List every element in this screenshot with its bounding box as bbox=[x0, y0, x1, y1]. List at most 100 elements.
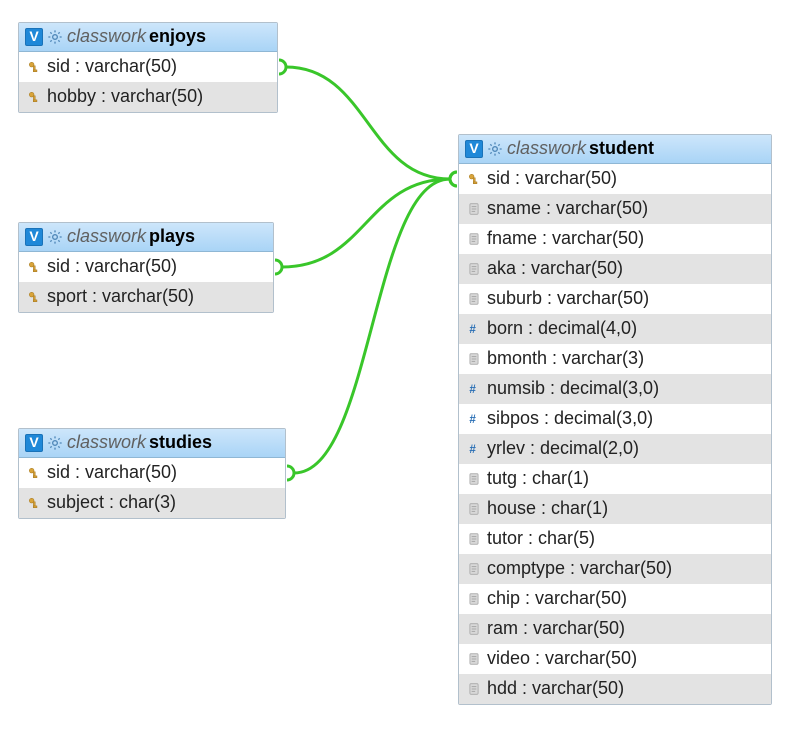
text-icon bbox=[467, 202, 481, 216]
column-label: video : varchar(50) bbox=[487, 649, 637, 669]
text-icon bbox=[467, 232, 481, 246]
table-header-studies[interactable]: V classwork studies bbox=[19, 429, 285, 458]
column-label: house : char(1) bbox=[487, 499, 608, 519]
gear-icon[interactable] bbox=[46, 228, 64, 246]
column-row[interactable]: # numsib : decimal(3,0) bbox=[459, 374, 771, 404]
column-row[interactable]: subject : char(3) bbox=[19, 488, 285, 518]
table-student[interactable]: V classwork student sid : varchar(50) sna… bbox=[458, 134, 772, 705]
key-icon bbox=[27, 90, 41, 104]
column-row[interactable]: tutor : char(5) bbox=[459, 524, 771, 554]
relationship-connector bbox=[282, 179, 450, 267]
column-row[interactable]: aka : varchar(50) bbox=[459, 254, 771, 284]
column-label: numsib : decimal(3,0) bbox=[487, 379, 659, 399]
column-label: fname : varchar(50) bbox=[487, 229, 644, 249]
svg-text:#: # bbox=[469, 383, 476, 396]
svg-text:#: # bbox=[469, 443, 476, 456]
schema-label: classwork bbox=[67, 227, 146, 247]
column-row[interactable]: hdd : varchar(50) bbox=[459, 674, 771, 704]
column-label: sid : varchar(50) bbox=[47, 257, 177, 277]
column-row[interactable]: # sibpos : decimal(3,0) bbox=[459, 404, 771, 434]
text-icon bbox=[467, 562, 481, 576]
relationship-connector bbox=[294, 179, 450, 473]
svg-text:#: # bbox=[469, 323, 476, 336]
column-label: hdd : varchar(50) bbox=[487, 679, 624, 699]
hash-icon: # bbox=[467, 322, 481, 336]
column-row[interactable]: sid : varchar(50) bbox=[459, 164, 771, 194]
column-label: sname : varchar(50) bbox=[487, 199, 648, 219]
table-name-label: studies bbox=[149, 433, 212, 453]
text-icon bbox=[467, 352, 481, 366]
key-icon bbox=[27, 290, 41, 304]
text-icon bbox=[467, 262, 481, 276]
table-enjoys[interactable]: V classwork enjoys sid : varchar(50) hobb… bbox=[18, 22, 278, 113]
column-row[interactable]: # born : decimal(4,0) bbox=[459, 314, 771, 344]
column-label: chip : varchar(50) bbox=[487, 589, 627, 609]
column-row[interactable]: suburb : varchar(50) bbox=[459, 284, 771, 314]
svg-text:#: # bbox=[469, 413, 476, 426]
hash-icon: # bbox=[467, 382, 481, 396]
column-row[interactable]: bmonth : varchar(3) bbox=[459, 344, 771, 374]
column-label: sibpos : decimal(3,0) bbox=[487, 409, 653, 429]
column-label: aka : varchar(50) bbox=[487, 259, 623, 279]
text-icon bbox=[467, 652, 481, 666]
column-row[interactable]: house : char(1) bbox=[459, 494, 771, 524]
column-row[interactable]: comptype : varchar(50) bbox=[459, 554, 771, 584]
column-row[interactable]: fname : varchar(50) bbox=[459, 224, 771, 254]
key-icon bbox=[27, 260, 41, 274]
column-label: subject : char(3) bbox=[47, 493, 176, 513]
column-label: suburb : varchar(50) bbox=[487, 289, 649, 309]
view-badge-icon: V bbox=[25, 228, 43, 246]
column-row[interactable]: sid : varchar(50) bbox=[19, 252, 273, 282]
column-label: sid : varchar(50) bbox=[487, 169, 617, 189]
table-header-plays[interactable]: V classwork plays bbox=[19, 223, 273, 252]
key-icon bbox=[27, 496, 41, 510]
view-badge-icon: V bbox=[25, 434, 43, 452]
schema-label: classwork bbox=[507, 139, 586, 159]
gear-icon[interactable] bbox=[46, 434, 64, 452]
text-icon bbox=[467, 472, 481, 486]
column-label: sid : varchar(50) bbox=[47, 57, 177, 77]
text-icon bbox=[467, 292, 481, 306]
text-icon bbox=[467, 532, 481, 546]
column-label: tutg : char(1) bbox=[487, 469, 589, 489]
table-name-label: plays bbox=[149, 227, 195, 247]
column-label: tutor : char(5) bbox=[487, 529, 595, 549]
column-label: sid : varchar(50) bbox=[47, 463, 177, 483]
columns-list: sid : varchar(50) sport : varchar(50) bbox=[19, 252, 273, 312]
key-icon bbox=[27, 466, 41, 480]
table-name-label: enjoys bbox=[149, 27, 206, 47]
table-header-student[interactable]: V classwork student bbox=[459, 135, 771, 164]
table-studies[interactable]: V classwork studies sid : varchar(50) sub… bbox=[18, 428, 286, 519]
column-row[interactable]: video : varchar(50) bbox=[459, 644, 771, 674]
columns-list: sid : varchar(50) sname : varchar(50) fnam… bbox=[459, 164, 771, 704]
key-icon bbox=[27, 60, 41, 74]
relationship-connector bbox=[286, 67, 450, 179]
column-label: sport : varchar(50) bbox=[47, 287, 194, 307]
column-label: hobby : varchar(50) bbox=[47, 87, 203, 107]
gear-icon[interactable] bbox=[46, 28, 64, 46]
column-row[interactable]: ram : varchar(50) bbox=[459, 614, 771, 644]
table-plays[interactable]: V classwork plays sid : varchar(50) sport… bbox=[18, 222, 274, 313]
hash-icon: # bbox=[467, 442, 481, 456]
column-row[interactable]: sid : varchar(50) bbox=[19, 458, 285, 488]
gear-icon[interactable] bbox=[486, 140, 504, 158]
column-label: comptype : varchar(50) bbox=[487, 559, 672, 579]
schema-label: classwork bbox=[67, 27, 146, 47]
text-icon bbox=[467, 502, 481, 516]
column-row[interactable]: sport : varchar(50) bbox=[19, 282, 273, 312]
view-badge-icon: V bbox=[465, 140, 483, 158]
column-row[interactable]: sname : varchar(50) bbox=[459, 194, 771, 224]
text-icon bbox=[467, 682, 481, 696]
schema-label: classwork bbox=[67, 433, 146, 453]
column-row[interactable]: sid : varchar(50) bbox=[19, 52, 277, 82]
column-label: born : decimal(4,0) bbox=[487, 319, 637, 339]
column-row[interactable]: hobby : varchar(50) bbox=[19, 82, 277, 112]
column-row[interactable]: tutg : char(1) bbox=[459, 464, 771, 494]
column-row[interactable]: #yrlev : decimal(2,0) bbox=[459, 434, 771, 464]
table-name-label: student bbox=[589, 139, 654, 159]
table-header-enjoys[interactable]: V classwork enjoys bbox=[19, 23, 277, 52]
text-icon bbox=[467, 592, 481, 606]
column-row[interactable]: chip : varchar(50) bbox=[459, 584, 771, 614]
columns-list: sid : varchar(50) subject : char(3) bbox=[19, 458, 285, 518]
key-icon bbox=[467, 172, 481, 186]
